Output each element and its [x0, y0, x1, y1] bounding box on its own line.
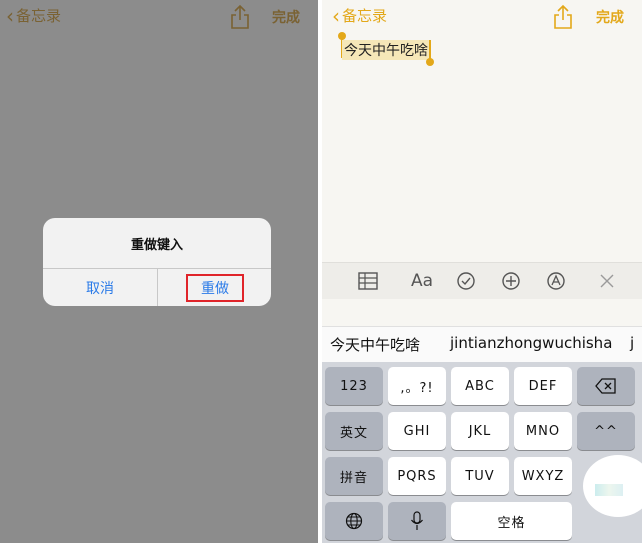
globe-icon	[345, 512, 363, 530]
candidate-more[interactable]: j	[630, 334, 634, 352]
format-toolbar: Aa	[322, 262, 642, 299]
alert-title: 重做键入	[130, 238, 183, 253]
key-def[interactable]: DEF	[514, 367, 572, 405]
space-key[interactable]: 空格	[451, 502, 572, 540]
key-wxyz[interactable]: WXYZ	[514, 457, 572, 495]
nav-bar: ‹ 备忘录 完成	[0, 0, 318, 36]
key-123[interactable]: 123	[325, 367, 383, 405]
redo-button[interactable]: 重做	[158, 269, 271, 306]
key-punctuation[interactable]: ,。?!	[388, 367, 446, 405]
nav-bar: ‹ 备忘录 完成	[322, 0, 642, 36]
bubble-glint	[595, 484, 623, 496]
back-button[interactable]: ‹ 备忘录	[332, 5, 387, 26]
candidate-bar: 今天中午吃啥 jintianzhongwuchisha j	[322, 326, 642, 363]
back-label: 备忘录	[342, 7, 388, 25]
redo-label: 重做	[186, 273, 244, 302]
globe-key[interactable]	[325, 502, 383, 540]
share-icon[interactable]	[552, 4, 574, 30]
key-abc[interactable]: ABC	[451, 367, 509, 405]
share-icon[interactable]	[229, 4, 251, 30]
microphone-icon	[411, 511, 423, 530]
close-icon[interactable]	[595, 269, 619, 293]
note-body-text[interactable]: 今天中午吃啥	[342, 40, 430, 60]
key-pinyin[interactable]: 拼音	[325, 457, 383, 495]
selection-start-handle[interactable]	[338, 32, 346, 40]
back-button[interactable]: ‹ 备忘录	[6, 5, 61, 26]
back-label: 备忘录	[16, 7, 62, 25]
markup-icon[interactable]	[544, 269, 568, 293]
key-jkl[interactable]: JKL	[451, 412, 509, 450]
cancel-label: 取消	[86, 280, 114, 297]
backspace-icon	[595, 378, 616, 394]
selection-end-handle[interactable]	[426, 58, 434, 66]
key-ghi[interactable]: GHI	[388, 412, 446, 450]
key-tuv[interactable]: TUV	[451, 457, 509, 495]
backspace-key[interactable]	[577, 367, 635, 405]
dictation-key[interactable]	[388, 502, 446, 540]
key-pqrs[interactable]: PQRS	[388, 457, 446, 495]
redo-typing-alert: 重做键入 取消 重做	[43, 218, 271, 306]
key-mno[interactable]: MNO	[514, 412, 572, 450]
left-screen: ‹ 备忘录 完成 重做键入 取消 重做	[0, 0, 318, 543]
selection-end-bar	[429, 40, 431, 60]
key-emoticon[interactable]: ^^	[577, 412, 635, 450]
text-format-icon[interactable]: Aa	[407, 269, 437, 293]
key-english[interactable]: 英文	[325, 412, 383, 450]
table-icon[interactable]	[356, 269, 380, 293]
keyboard: 123 ,。?! ABC DEF 英文 GHI JKL MNO ^^ 拼音 PQ…	[322, 362, 642, 543]
add-icon[interactable]	[499, 269, 523, 293]
done-button[interactable]: 完成	[272, 7, 300, 27]
chevron-left-icon: ‹	[332, 3, 340, 28]
chevron-left-icon: ‹	[6, 3, 14, 28]
cancel-button[interactable]: 取消	[43, 269, 157, 306]
done-button[interactable]: 完成	[596, 7, 624, 27]
checklist-icon[interactable]	[454, 269, 478, 293]
right-screen: ‹ 备忘录 完成 今天中午吃啥 Aa 今天中午吃啥 jintianzhongwu…	[322, 0, 642, 543]
candidate-hanzi[interactable]: 今天中午吃啥	[330, 334, 420, 355]
candidate-pinyin[interactable]: jintianzhongwuchisha	[450, 334, 612, 352]
